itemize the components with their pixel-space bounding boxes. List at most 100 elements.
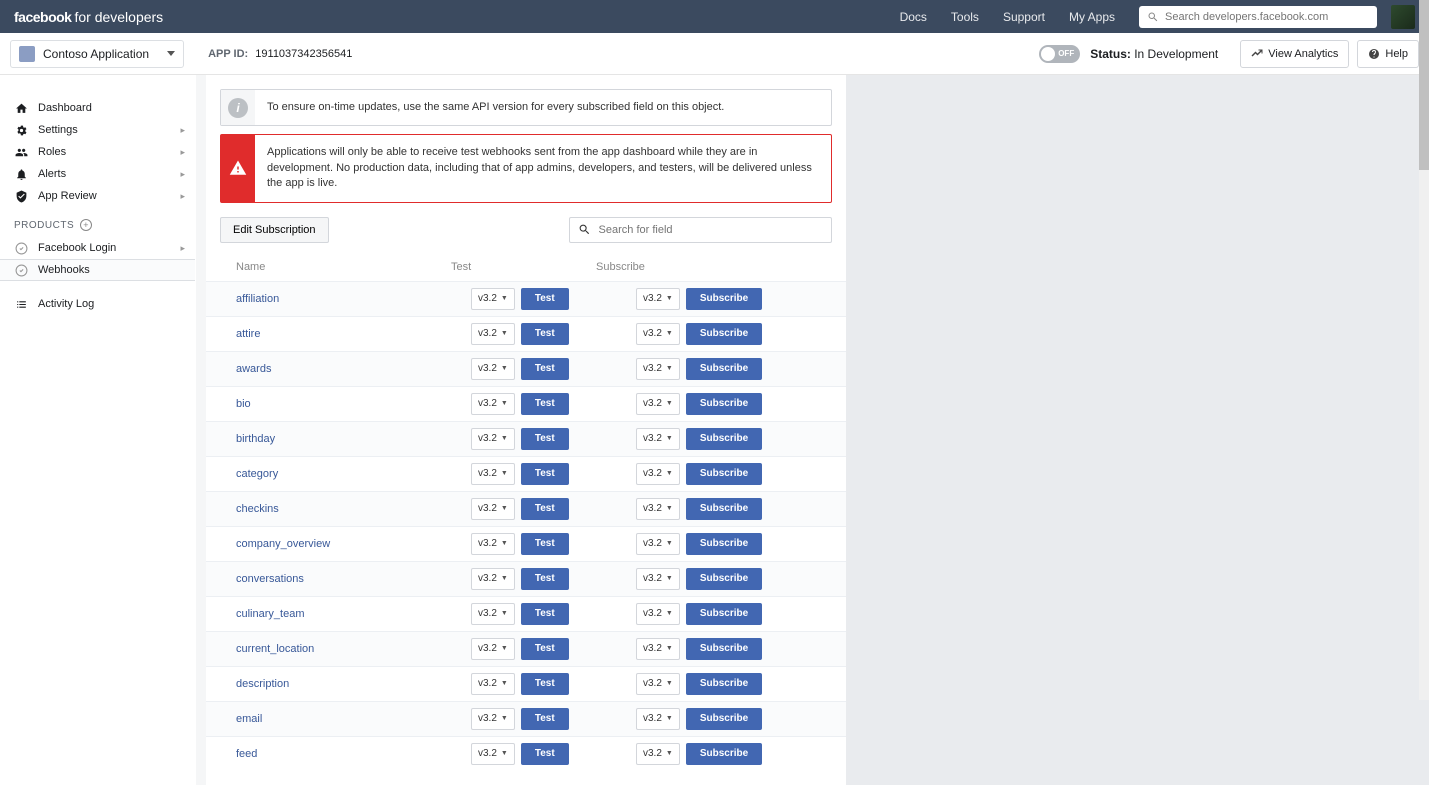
subscribe-button[interactable]: Subscribe xyxy=(686,428,762,450)
test-version-select[interactable]: v3.2▼ xyxy=(471,463,515,485)
subscribe-version-select[interactable]: v3.2▼ xyxy=(636,638,680,660)
field-name-link[interactable]: attire xyxy=(236,328,451,340)
test-button[interactable]: Test xyxy=(521,568,569,590)
field-name-link[interactable]: category xyxy=(236,468,451,480)
field-name-link[interactable]: current_location xyxy=(236,643,451,655)
global-search[interactable] xyxy=(1139,6,1377,28)
field-name-link[interactable]: checkins xyxy=(236,503,451,515)
subscribe-version-select[interactable]: v3.2▼ xyxy=(636,323,680,345)
scrollbar[interactable] xyxy=(1419,0,1429,700)
field-name-link[interactable]: conversations xyxy=(236,573,451,585)
global-search-input[interactable] xyxy=(1165,11,1369,23)
add-product-button[interactable]: + xyxy=(80,219,92,231)
test-version-select[interactable]: v3.2▼ xyxy=(471,393,515,415)
subscribe-button[interactable]: Subscribe xyxy=(686,393,762,415)
nav-myapps[interactable]: My Apps xyxy=(1069,10,1115,24)
test-button[interactable]: Test xyxy=(521,428,569,450)
subscribe-button[interactable]: Subscribe xyxy=(686,673,762,695)
field-name-link[interactable]: description xyxy=(236,678,451,690)
subscribe-version-select[interactable]: v3.2▼ xyxy=(636,673,680,695)
table-row: awards v3.2▼ Test v3.2▼ Subscribe xyxy=(206,351,846,386)
live-toggle[interactable]: OFF xyxy=(1039,45,1080,63)
subscribe-version-select[interactable]: v3.2▼ xyxy=(636,708,680,730)
caret-down-icon: ▼ xyxy=(666,645,673,652)
field-search-input[interactable] xyxy=(599,224,823,236)
test-version-select[interactable]: v3.2▼ xyxy=(471,358,515,380)
nav-support[interactable]: Support xyxy=(1003,10,1045,24)
test-button[interactable]: Test xyxy=(521,533,569,555)
scrollbar-thumb[interactable] xyxy=(1419,0,1429,170)
test-version-select[interactable]: v3.2▼ xyxy=(471,673,515,695)
brand[interactable]: facebook for developers xyxy=(14,9,163,25)
test-button[interactable]: Test xyxy=(521,743,569,765)
sidebar-product-webhooks[interactable]: Webhooks xyxy=(0,259,195,281)
subscribe-button[interactable]: Subscribe xyxy=(686,533,762,555)
field-name-link[interactable]: culinary_team xyxy=(236,608,451,620)
sidebar-item-alerts[interactable]: Alerts▸ xyxy=(0,163,195,185)
test-version-select[interactable]: v3.2▼ xyxy=(471,568,515,590)
subscribe-button[interactable]: Subscribe xyxy=(686,743,762,765)
test-version-select[interactable]: v3.2▼ xyxy=(471,498,515,520)
subscribe-button[interactable]: Subscribe xyxy=(686,323,762,345)
subscribe-version-select[interactable]: v3.2▼ xyxy=(636,743,680,765)
test-version-select[interactable]: v3.2▼ xyxy=(471,708,515,730)
test-button[interactable]: Test xyxy=(521,673,569,695)
test-version-select[interactable]: v3.2▼ xyxy=(471,743,515,765)
test-button[interactable]: Test xyxy=(521,463,569,485)
subscribe-button[interactable]: Subscribe xyxy=(686,288,762,310)
test-button[interactable]: Test xyxy=(521,498,569,520)
test-button[interactable]: Test xyxy=(521,708,569,730)
subscribe-button[interactable]: Subscribe xyxy=(686,708,762,730)
sidebar-activity-log[interactable]: Activity Log xyxy=(0,293,195,315)
subscribe-version-select[interactable]: v3.2▼ xyxy=(636,463,680,485)
test-version-select[interactable]: v3.2▼ xyxy=(471,533,515,555)
sidebar-item-label: Alerts xyxy=(38,168,66,180)
test-version-select[interactable]: v3.2▼ xyxy=(471,323,515,345)
subscribe-version-select[interactable]: v3.2▼ xyxy=(636,498,680,520)
help-button[interactable]: Help xyxy=(1357,40,1419,68)
sidebar-product-facebook-login[interactable]: Facebook Login▸ xyxy=(0,237,195,259)
test-button[interactable]: Test xyxy=(521,358,569,380)
sidebar-item-roles[interactable]: Roles▸ xyxy=(0,141,195,163)
subscribe-button[interactable]: Subscribe xyxy=(686,603,762,625)
subscribe-button[interactable]: Subscribe xyxy=(686,463,762,485)
test-version-select[interactable]: v3.2▼ xyxy=(471,288,515,310)
field-name-link[interactable]: email xyxy=(236,713,451,725)
test-version-select[interactable]: v3.2▼ xyxy=(471,428,515,450)
field-name-link[interactable]: affiliation xyxy=(236,293,451,305)
field-name-link[interactable]: birthday xyxy=(236,433,451,445)
field-name-link[interactable]: bio xyxy=(236,398,451,410)
subscribe-version-select[interactable]: v3.2▼ xyxy=(636,358,680,380)
subscribe-button[interactable]: Subscribe xyxy=(686,638,762,660)
subscribe-version-select[interactable]: v3.2▼ xyxy=(636,533,680,555)
test-version-select[interactable]: v3.2▼ xyxy=(471,638,515,660)
subscribe-version-select[interactable]: v3.2▼ xyxy=(636,568,680,590)
subscribe-version-select[interactable]: v3.2▼ xyxy=(636,428,680,450)
subscribe-version-select[interactable]: v3.2▼ xyxy=(636,288,680,310)
sidebar-item-app-review[interactable]: App Review▸ xyxy=(0,185,195,207)
subscribe-version-select[interactable]: v3.2▼ xyxy=(636,603,680,625)
subscribe-button[interactable]: Subscribe xyxy=(686,498,762,520)
subscribe-button[interactable]: Subscribe xyxy=(686,568,762,590)
field-search[interactable] xyxy=(569,217,832,243)
view-analytics-button[interactable]: View Analytics xyxy=(1240,40,1349,68)
subscribe-version-select[interactable]: v3.2▼ xyxy=(636,393,680,415)
field-name-link[interactable]: feed xyxy=(236,748,451,760)
gear-icon xyxy=(14,123,28,137)
sidebar-item-settings[interactable]: Settings▸ xyxy=(0,119,195,141)
test-button[interactable]: Test xyxy=(521,323,569,345)
sidebar-item-dashboard[interactable]: Dashboard xyxy=(0,97,195,119)
field-name-link[interactable]: awards xyxy=(236,363,451,375)
app-selector[interactable]: Contoso Application xyxy=(10,40,184,68)
test-button[interactable]: Test xyxy=(521,603,569,625)
avatar[interactable] xyxy=(1391,5,1415,29)
test-version-select[interactable]: v3.2▼ xyxy=(471,603,515,625)
test-button[interactable]: Test xyxy=(521,638,569,660)
test-button[interactable]: Test xyxy=(521,288,569,310)
nav-docs[interactable]: Docs xyxy=(900,10,927,24)
edit-subscription-button[interactable]: Edit Subscription xyxy=(220,217,329,243)
nav-tools[interactable]: Tools xyxy=(951,10,979,24)
field-name-link[interactable]: company_overview xyxy=(236,538,451,550)
subscribe-button[interactable]: Subscribe xyxy=(686,358,762,380)
test-button[interactable]: Test xyxy=(521,393,569,415)
